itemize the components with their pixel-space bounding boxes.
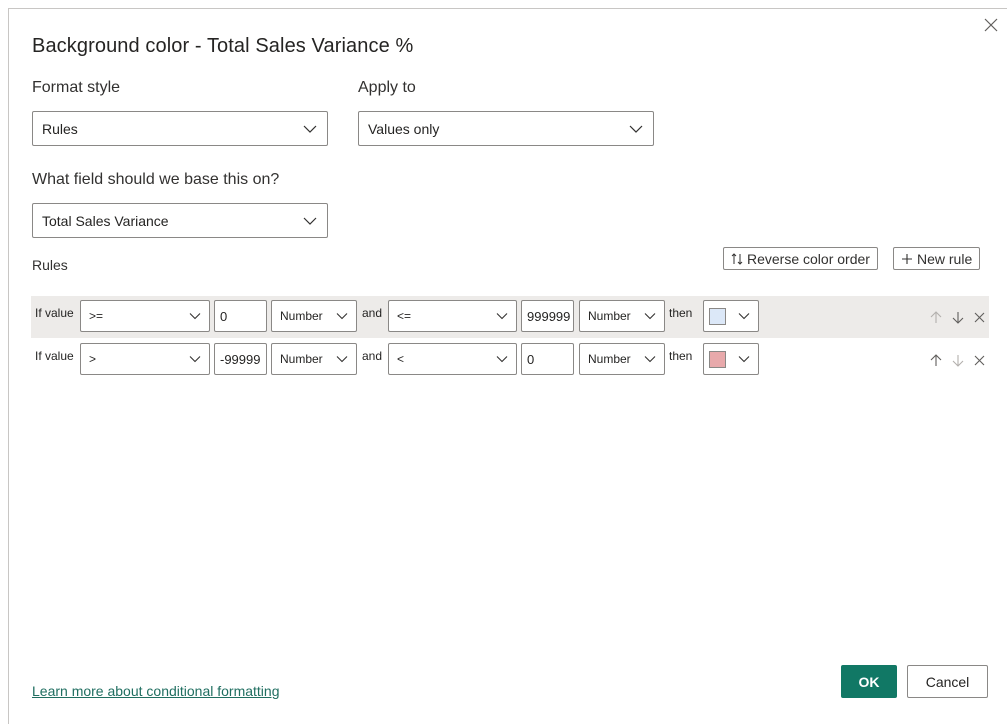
operator-value: < bbox=[397, 352, 405, 366]
rule-operator-1-dropdown[interactable]: > bbox=[80, 343, 210, 375]
apply-to-dropdown[interactable]: Values only bbox=[358, 111, 654, 146]
apply-to-label: Apply to bbox=[358, 79, 416, 96]
operator-value: >= bbox=[89, 309, 104, 323]
plus-icon bbox=[901, 253, 913, 265]
value-text: -99999 bbox=[220, 351, 261, 367]
value-text: 999999 bbox=[527, 308, 571, 324]
reverse-color-order-button[interactable]: Reverse color order bbox=[723, 247, 878, 270]
if-value-label: If value bbox=[35, 349, 74, 363]
rule-row-actions bbox=[930, 339, 985, 381]
rule-type-2-dropdown[interactable]: Number bbox=[579, 300, 665, 332]
rule-type-1-dropdown[interactable]: Number bbox=[271, 300, 357, 332]
rule-operator-2-dropdown[interactable]: <= bbox=[388, 300, 517, 332]
type-value: Number bbox=[280, 352, 323, 366]
rule-row-actions bbox=[930, 296, 985, 338]
chevron-down-icon bbox=[336, 356, 348, 363]
learn-more-link[interactable]: Learn more about conditional formatting bbox=[32, 683, 279, 699]
and-label: and bbox=[362, 349, 383, 363]
new-rule-button[interactable]: New rule bbox=[893, 247, 981, 270]
rule-value-1-input[interactable]: 0 bbox=[214, 300, 267, 332]
arrow-down-icon[interactable] bbox=[952, 311, 964, 324]
chevron-down-icon bbox=[336, 313, 348, 320]
apply-to-value: Values only bbox=[368, 120, 440, 137]
conditional-formatting-dialog: Background color - Total Sales Variance … bbox=[8, 8, 1007, 724]
then-label: then bbox=[669, 306, 693, 320]
reverse-color-order-label: Reverse color order bbox=[747, 250, 870, 267]
delete-rule-icon[interactable] bbox=[974, 312, 985, 323]
new-rule-label: New rule bbox=[917, 250, 973, 267]
base-field-label: What field should we base this on? bbox=[32, 171, 280, 188]
color-swatch bbox=[709, 350, 726, 368]
dialog-title: Background color - Total Sales Variance … bbox=[32, 35, 414, 57]
chevron-down-icon bbox=[738, 313, 750, 320]
rule-type-1-dropdown[interactable]: Number bbox=[271, 343, 357, 375]
chevron-down-icon bbox=[629, 125, 643, 133]
cancel-button[interactable]: Cancel bbox=[907, 665, 988, 698]
color-swatch bbox=[709, 307, 726, 325]
and-label: and bbox=[362, 306, 383, 320]
rule-color-picker[interactable] bbox=[703, 300, 759, 332]
rule-value-1-input[interactable]: -99999 bbox=[214, 343, 267, 375]
rule-color-picker[interactable] bbox=[703, 343, 759, 375]
if-value-label: If value bbox=[35, 306, 74, 320]
base-field-dropdown[interactable]: Total Sales Variance bbox=[32, 203, 328, 238]
then-label: then bbox=[669, 349, 693, 363]
rule-row: If value >= 0 Number and <= 999999 Numbe… bbox=[31, 296, 989, 338]
rules-label: Rules bbox=[32, 257, 68, 273]
rule-row: If value > -99999 Number and < 0 Number … bbox=[31, 339, 989, 381]
chevron-down-icon bbox=[303, 125, 317, 133]
sort-arrows-icon bbox=[731, 252, 743, 265]
chevron-down-icon bbox=[189, 356, 201, 363]
format-style-value: Rules bbox=[42, 120, 78, 137]
close-icon[interactable] bbox=[981, 15, 1001, 35]
operator-value: > bbox=[89, 352, 97, 366]
rule-type-2-dropdown[interactable]: Number bbox=[579, 343, 665, 375]
operator-value: <= bbox=[397, 309, 412, 323]
rule-value-2-input[interactable]: 0 bbox=[521, 343, 574, 375]
delete-rule-icon[interactable] bbox=[974, 355, 985, 366]
ok-button[interactable]: OK bbox=[841, 665, 897, 698]
value-text: 0 bbox=[220, 308, 228, 324]
rule-operator-2-dropdown[interactable]: < bbox=[388, 343, 517, 375]
rule-value-2-input[interactable]: 999999 bbox=[521, 300, 574, 332]
chevron-down-icon bbox=[303, 217, 317, 225]
base-field-value: Total Sales Variance bbox=[42, 212, 169, 229]
rule-operator-1-dropdown[interactable]: >= bbox=[80, 300, 210, 332]
chevron-down-icon bbox=[644, 356, 656, 363]
arrow-down-icon[interactable] bbox=[952, 354, 964, 367]
arrow-up-icon[interactable] bbox=[930, 353, 942, 367]
arrow-up-icon[interactable] bbox=[930, 310, 942, 324]
chevron-down-icon bbox=[644, 313, 656, 320]
chevron-down-icon bbox=[496, 356, 508, 363]
value-text: 0 bbox=[527, 351, 535, 367]
type-value: Number bbox=[280, 309, 323, 323]
chevron-down-icon bbox=[738, 356, 750, 363]
chevron-down-icon bbox=[496, 313, 508, 320]
type-value: Number bbox=[588, 352, 631, 366]
type-value: Number bbox=[588, 309, 631, 323]
chevron-down-icon bbox=[189, 313, 201, 320]
format-style-label: Format style bbox=[32, 79, 121, 96]
format-style-dropdown[interactable]: Rules bbox=[32, 111, 328, 146]
